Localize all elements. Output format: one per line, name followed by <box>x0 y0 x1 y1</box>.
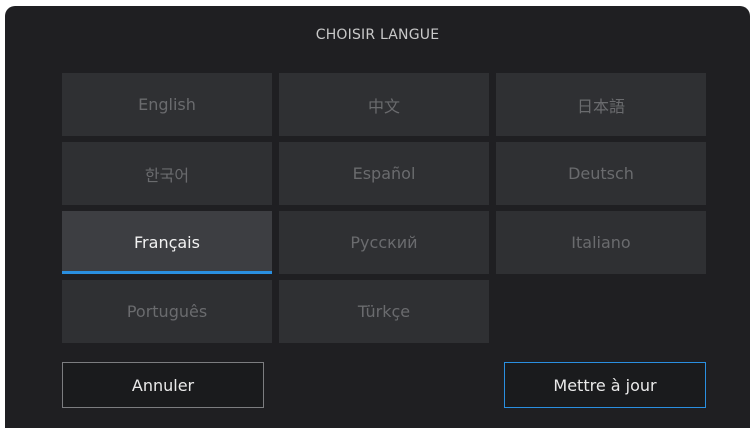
language-option-french[interactable]: Français <box>62 211 272 274</box>
language-label: 한국어 <box>144 165 190 185</box>
language-option-russian[interactable]: Русский <box>279 211 489 274</box>
language-option-chinese[interactable]: 中文 <box>279 73 489 136</box>
language-label: Deutsch <box>568 164 634 183</box>
selection-indicator <box>62 271 272 274</box>
language-label: Español <box>352 164 416 183</box>
language-option-spanish[interactable]: Español <box>279 142 489 205</box>
language-option-german[interactable]: Deutsch <box>496 142 706 205</box>
update-button-label: Mettre à jour <box>553 375 657 395</box>
language-label: Italiano <box>571 233 631 252</box>
language-option-japanese[interactable]: 日本語 <box>496 73 706 136</box>
language-option-english[interactable]: English <box>62 73 272 136</box>
language-label: Français <box>134 233 200 252</box>
language-label: 日本語 <box>576 96 625 116</box>
language-label: Português <box>126 302 208 321</box>
update-button[interactable]: Mettre à jour <box>504 362 706 408</box>
cancel-button[interactable]: Annuler <box>62 362 264 408</box>
language-option-italian[interactable]: Italiano <box>496 211 706 274</box>
language-label: Türkçe <box>357 302 411 321</box>
language-option-portuguese[interactable]: Português <box>62 280 272 343</box>
language-label: English <box>138 95 196 114</box>
language-label: Русский <box>350 233 418 252</box>
language-label: 中文 <box>367 96 400 116</box>
language-dialog: CHOISIR LANGUE English 中文 日本語 한국어 Españo… <box>5 6 750 428</box>
cancel-button-label: Annuler <box>131 375 195 395</box>
dialog-title: CHOISIR LANGUE <box>315 27 440 43</box>
language-option-turkish[interactable]: Türkçe <box>279 280 489 343</box>
language-option-korean[interactable]: 한국어 <box>62 142 272 205</box>
